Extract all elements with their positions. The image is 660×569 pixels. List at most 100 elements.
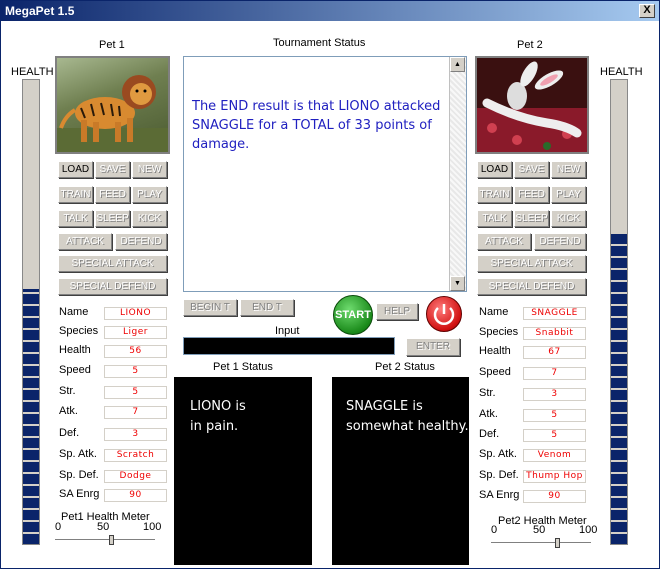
scroll-up-icon[interactable]: ▲ [450,57,465,72]
pet1-stat-value-health: 56 [104,345,167,358]
enter-button[interactable]: ENTER [406,338,460,356]
start-button[interactable]: START [333,295,373,335]
help-button[interactable]: HELP [376,303,418,320]
pet1-stat-label-atk: Atk. [59,405,78,417]
pet1-special-attack-button[interactable]: SPECIAL ATTACK [58,255,167,272]
pet2-stat-value-sp-def: Thump Hop [523,470,586,483]
pet2-status-box: SNAGGLE is somewhat healthy. [332,377,469,565]
pet1-stat-label-sa-enrg: SA Enrg [59,488,100,500]
pet2-feed-button[interactable]: FEED [514,186,549,203]
megapet-window: MegaPet 1.5 X HEALTH Pet 1 LOAD SAVE NEW… [0,0,660,569]
pet2-stat-label-sp-atk: Sp. Atk. [479,448,517,460]
pet1-load-button[interactable]: LOAD [58,161,93,178]
pet1-health-fill [23,288,39,544]
pet1-stat-value-name: LIONO [104,307,167,320]
power-button[interactable] [426,296,462,332]
pet1-kick-button[interactable]: KICK [132,210,167,227]
pet1-stat-label-sp-atk: Sp. Atk. [59,448,97,460]
close-button[interactable]: X [639,4,655,18]
pet2-meter-thumb[interactable] [555,538,561,548]
pet1-feed-button[interactable]: FEED [95,186,130,203]
pet1-stat-value-sp-atk: Scratch [104,449,167,462]
tournament-scrollbar[interactable]: ▲ ▼ [449,57,466,291]
scroll-down-icon[interactable]: ▼ [450,276,465,291]
pet2-health-meter[interactable]: 0 50 100 [491,524,597,560]
pet2-stat-label-speed: Speed [479,366,511,378]
pet2-talk-button[interactable]: TALK [477,210,512,227]
pet1-meter-track [55,539,155,543]
pet2-sleep-button[interactable]: SLEEP [514,210,549,227]
pet1-meter-mid: 50 [97,521,110,533]
pet1-heading: Pet 1 [99,39,125,51]
pet1-train-button[interactable]: TRAIN [58,186,93,203]
pet1-sleep-button[interactable]: SLEEP [95,210,130,227]
pet1-stat-value-str: 5 [104,386,167,399]
pet2-special-defend-button[interactable]: SPECIAL DEFEND [477,278,586,295]
pet2-play-button[interactable]: PLAY [551,186,586,203]
pet2-status-line1: SNAGGLE is [346,399,423,414]
pet1-stat-value-atk: 7 [104,406,167,419]
pet1-save-button[interactable]: SAVE [95,161,130,178]
client-area: HEALTH Pet 1 LOAD SAVE NEW TRAIN FEED PL… [3,23,657,567]
pet1-stat-label-name: Name [59,306,89,318]
pet2-stat-value-speed: 7 [523,367,586,380]
pet1-health-meter[interactable]: 0 50 100 [55,521,161,557]
pet1-stat-label-health: Health [59,344,91,356]
pet1-defend-button[interactable]: DEFEND [115,233,167,250]
begin-tournament-button[interactable]: BEGIN T [183,299,237,316]
pet2-train-button[interactable]: TRAIN [477,186,512,203]
pet1-stat-label-str: Str. [59,385,76,397]
pet2-kick-button[interactable]: KICK [551,210,586,227]
end-tournament-button[interactable]: END T [240,299,294,316]
pet2-stat-value-name: SNAGGLE [523,307,586,320]
pet2-health-label: HEALTH [600,66,643,78]
pet2-stat-value-atk: 5 [523,409,586,422]
pet1-status-heading: Pet 1 Status [213,361,273,373]
pet1-attack-button[interactable]: ATTACK [58,233,112,250]
pet1-meter-thumb[interactable] [108,535,114,545]
pet1-new-button[interactable]: NEW [132,161,167,178]
pet1-stat-label-species: Species [59,325,99,337]
window-title: MegaPet 1.5 [5,4,75,18]
title-bar[interactable]: MegaPet 1.5 X [1,1,659,21]
pet2-save-button[interactable]: SAVE [514,161,549,178]
pet2-health-bar [610,79,628,545]
pet2-stat-label-str: Str. [479,387,496,399]
pet2-meter-max: 100 [579,524,598,536]
pet2-defend-button[interactable]: DEFEND [534,233,586,250]
tournament-message: The END result is that LIONO attacked SN… [192,99,441,152]
input-field[interactable] [183,337,395,355]
pet2-stat-label-species: Species [479,326,519,338]
pet1-status-box: LIONO is in pain. [174,377,312,565]
pet1-status-line1: LIONO is [190,399,246,414]
pet2-attack-button[interactable]: ATTACK [477,233,531,250]
pet1-status-line2: in pain. [190,419,239,434]
tournament-heading: Tournament Status [273,37,366,49]
pet2-health-fill [611,233,627,544]
pet1-meter-min: 0 [55,521,62,533]
pet2-special-attack-button[interactable]: SPECIAL ATTACK [477,255,586,272]
pet2-new-button[interactable]: NEW [551,161,586,178]
power-icon [433,304,455,325]
pet2-status-line2: somewhat healthy. [346,419,469,434]
pet2-stat-label-atk: Atk. [479,408,498,420]
pet1-stat-label-sp-def: Sp. Def. [59,469,99,481]
tournament-status-box: The END result is that LIONO attacked SN… [183,56,467,292]
pet1-health-bar [22,79,40,545]
pet1-stat-value-sp-def: Dodge [104,470,167,483]
pet2-photo [475,56,589,154]
snabbit-image [477,61,587,152]
pet1-stat-value-species: Liger [104,326,167,339]
pet2-stat-label-def: Def. [479,428,500,440]
pet1-photo [55,56,170,154]
pet2-load-button[interactable]: LOAD [477,161,512,178]
pet2-heading: Pet 2 [517,39,543,51]
pet2-stat-value-sp-atk: Venom [523,449,586,462]
pet1-stat-value-speed: 5 [104,365,167,378]
pet1-special-defend-button[interactable]: SPECIAL DEFEND [58,278,167,295]
pet2-stat-value-sa-enrg: 90 [523,490,586,503]
pet1-talk-button[interactable]: TALK [58,210,93,227]
pet2-meter-track [491,542,591,546]
pet1-play-button[interactable]: PLAY [132,186,167,203]
pet1-stat-value-def: 3 [104,428,167,441]
